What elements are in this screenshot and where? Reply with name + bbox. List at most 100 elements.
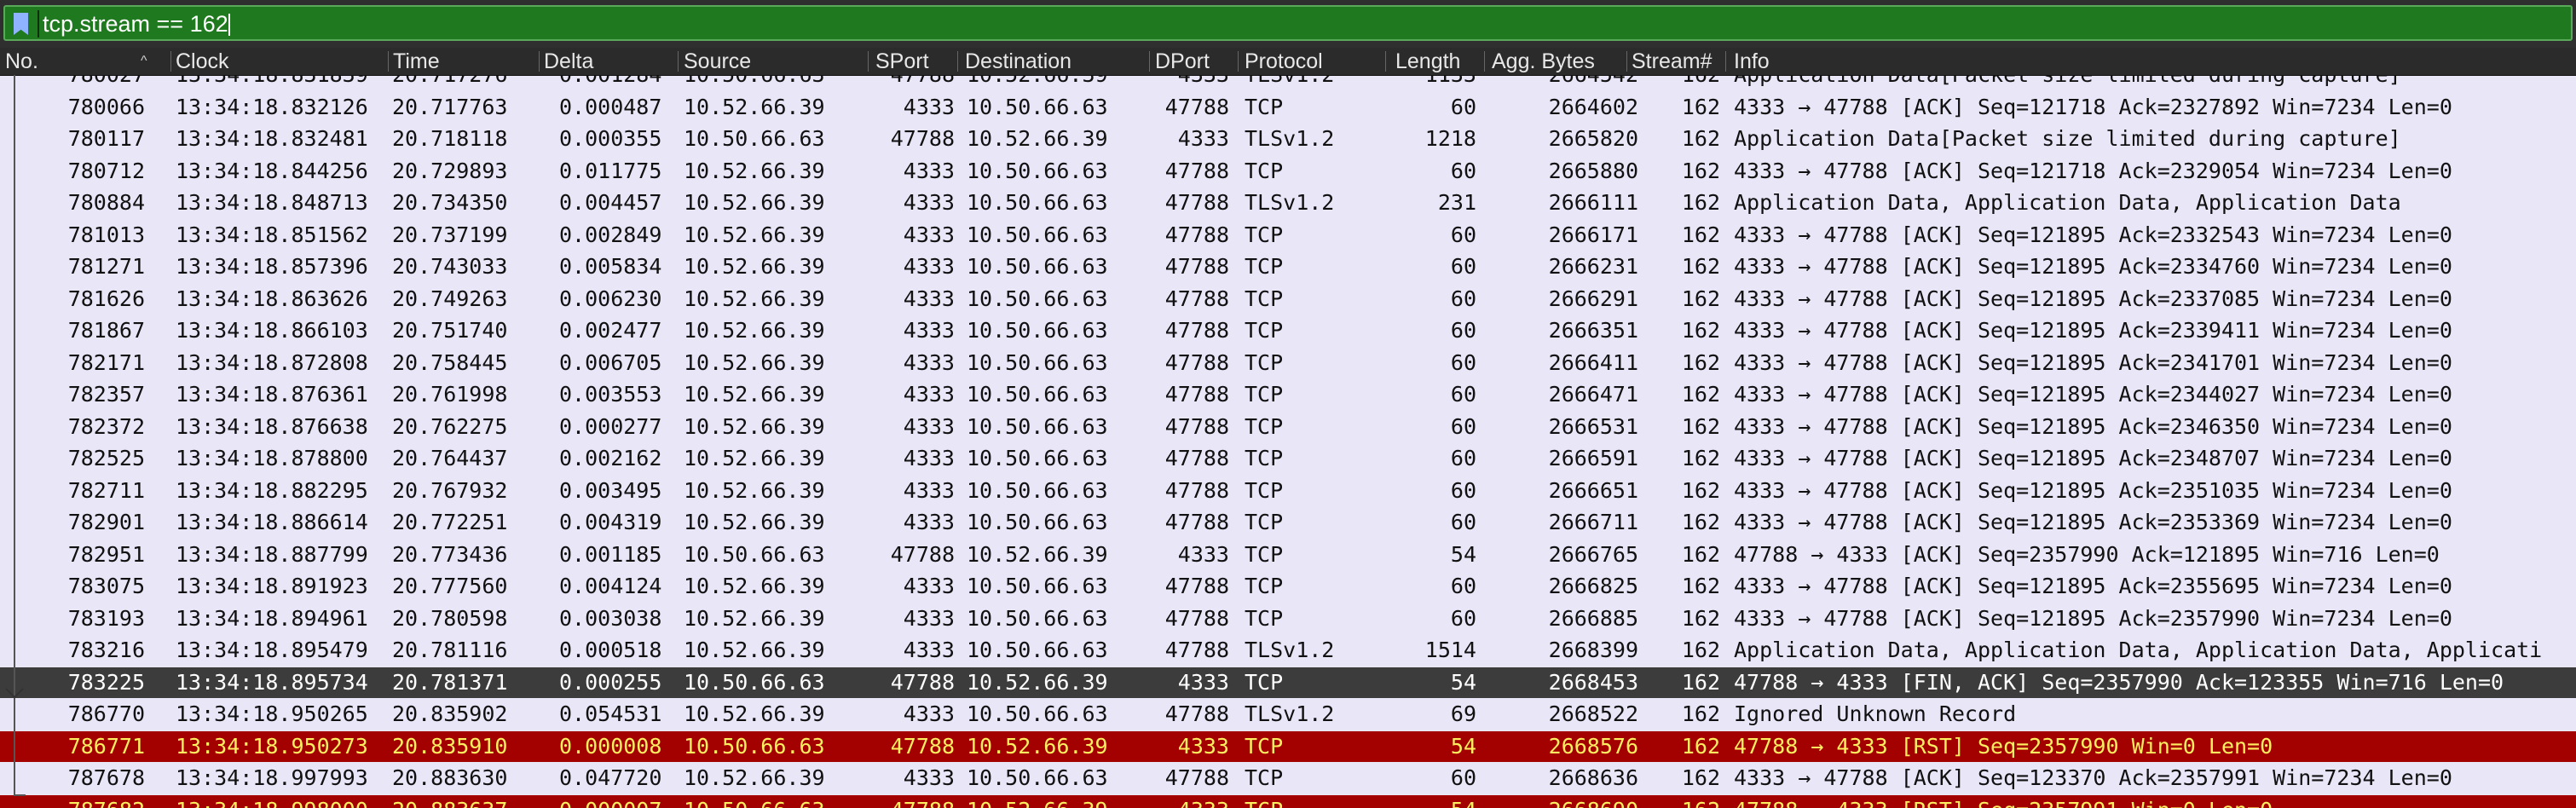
column-divider[interactable] <box>957 51 958 72</box>
packet-row[interactable]: 781013 13:34:18.851562 20.737199 0.002849 10… <box>0 220 2576 251</box>
stream-index-cell: 162 <box>1681 446 1720 470</box>
destination-port-cell: 47788 <box>1164 254 1229 279</box>
source-cell: 10.52.66.39 <box>684 638 825 662</box>
packet-number: 787682 <box>0 795 162 808</box>
reset-packet-row[interactable]: 786771 13:34:18.950273 20.835910 0.000008 10… <box>0 730 2576 762</box>
time-cell: 20.717763 <box>392 94 508 119</box>
column-header-source[interactable]: Source <box>684 48 751 75</box>
column-divider[interactable] <box>539 51 540 72</box>
info-cell: Application Data[Packet size limited dur… <box>1734 126 2401 151</box>
destination-port-cell: 4333 <box>1142 795 1229 808</box>
selected-packet-row[interactable]: 783225 13:34:18.895734 20.781371 0.000255 10… <box>0 667 2576 698</box>
clock-cell: 13:34:18.831839 <box>176 75 389 90</box>
column-header-time[interactable]: Time <box>393 48 440 75</box>
destination-port-cell: 47788 <box>1164 382 1229 407</box>
stream-index-cell: 162 <box>1681 413 1720 439</box>
packet-row[interactable]: 782372 13:34:18.876638 20.762275 0.000277 10… <box>0 412 2576 442</box>
packet-row[interactable]: 782711 13:34:18.882295 20.767932 0.003495 10… <box>0 476 2576 506</box>
length-cell: 60 <box>1450 158 1476 183</box>
delta-cell: 0.004457 <box>559 190 662 215</box>
packet-row[interactable]: 782171 13:34:18.872808 20.758445 0.006705 10… <box>0 348 2576 378</box>
length-cell: 1514 <box>1424 638 1476 662</box>
source-cell: 10.52.66.39 <box>684 701 825 726</box>
packet-number-text: 786770 <box>67 701 145 726</box>
column-divider[interactable] <box>1484 51 1485 72</box>
column-header-sport[interactable]: SPort <box>875 48 929 75</box>
packet-row[interactable]: 781626 13:34:18.863626 20.749263 0.006230 10… <box>0 284 2576 315</box>
packet-row[interactable]: 787678 13:34:18.997993 20.883630 0.047720 10… <box>0 763 2576 794</box>
packet-number-text: 782901 <box>67 510 145 534</box>
packet-number: 786770 <box>0 699 162 730</box>
column-divider[interactable] <box>678 51 679 72</box>
packet-number-text: 787678 <box>67 765 145 790</box>
stream-index-cell: 162 <box>1681 349 1720 375</box>
clock-cell: 13:34:18.876361 <box>176 382 368 407</box>
column-divider[interactable] <box>1626 51 1627 72</box>
length-cell: 54 <box>1450 733 1476 759</box>
stream-index-cell: 162 <box>1681 541 1720 567</box>
packet-row[interactable]: 780712 13:34:18.844256 20.729893 0.011775 10… <box>0 156 2576 187</box>
destination-cell: 10.52.66.39 <box>967 733 1108 759</box>
length-cell: 60 <box>1450 574 1476 598</box>
packet-row[interactable]: 780066 13:34:18.832126 20.717763 0.000487 10… <box>0 92 2576 123</box>
column-header-stream[interactable]: Stream# <box>1632 48 1712 75</box>
length-cell: 54 <box>1450 669 1476 695</box>
stream-index-cell: 162 <box>1681 510 1720 534</box>
column-divider[interactable] <box>1238 51 1239 72</box>
reset-packet-row[interactable]: 787682 13:34:18.99800020.883637 0.000007 10… <box>0 794 2576 808</box>
display-filter-toolbar: tcp.stream == 162 <box>0 0 2576 48</box>
destination-cell: 10.50.66.63 <box>967 382 1108 407</box>
source-port-cell: 47788 <box>871 75 955 90</box>
destination-cell: 10.50.66.63 <box>967 701 1108 726</box>
packet-number: 782357 <box>0 379 162 410</box>
packet-row[interactable]: 780027 13:34:18.83183920.717276 0.001284 10… <box>0 75 2576 90</box>
bookmark-icon[interactable] <box>10 10 34 38</box>
column-header-length[interactable]: Length <box>1395 48 1460 75</box>
sort-ascending-icon[interactable]: ^ <box>141 48 147 75</box>
packet-row[interactable]: 783216 13:34:18.895479 20.781116 0.000518 10… <box>0 635 2576 666</box>
packet-row[interactable]: 782901 13:34:18.886614 20.772251 0.004319 10… <box>0 507 2576 538</box>
destination-cell: 10.50.66.63 <box>967 638 1108 662</box>
packet-row[interactable]: 781271 13:34:18.857396 20.743033 0.005834 10… <box>0 251 2576 282</box>
packet-row[interactable]: 782525 13:34:18.878800 20.764437 0.002162 10… <box>0 443 2576 474</box>
packet-number: 782525 <box>0 443 162 474</box>
destination-port-cell: 47788 <box>1164 701 1229 726</box>
column-divider[interactable] <box>388 51 389 72</box>
clock-cell: 13:34:18.844256 <box>176 158 368 183</box>
column-header-info[interactable]: Info <box>1734 48 1770 75</box>
length-cell: 60 <box>1450 349 1476 375</box>
column-header-clock[interactable]: Clock <box>176 48 229 75</box>
clock-cell: 13:34:18.878800 <box>176 446 368 470</box>
column-header-delta[interactable]: Delta <box>544 48 593 75</box>
column-header-agg-bytes[interactable]: Agg. Bytes <box>1492 48 1595 75</box>
source-port-cell: 47788 <box>871 795 955 808</box>
display-filter-input[interactable]: tcp.stream == 162 <box>3 5 2573 41</box>
packet-row[interactable]: 783193 13:34:18.894961 20.780598 0.003038 10… <box>0 603 2576 634</box>
packet-row[interactable]: 780117 13:34:18.832481 20.718118 0.000355 10… <box>0 124 2576 154</box>
protocol-cell: TCP <box>1245 541 1284 567</box>
column-divider[interactable] <box>1725 51 1726 72</box>
packet-row[interactable]: 783075 13:34:18.891923 20.777560 0.004124 10… <box>0 571 2576 602</box>
time-cell: 20.773436 <box>392 541 508 567</box>
destination-cell: 10.50.66.63 <box>967 349 1108 375</box>
column-divider[interactable] <box>868 51 869 72</box>
protocol-cell: TLSv1.2 <box>1245 75 1381 90</box>
filter-text[interactable]: tcp.stream == 162 <box>43 9 228 38</box>
packet-row[interactable]: 782951 13:34:18.887799 20.773436 0.001185 10… <box>0 540 2576 570</box>
packet-row[interactable]: 782357 13:34:18.876361 20.761998 0.003553 10… <box>0 379 2576 410</box>
agg-bytes-cell: 2668636 <box>1548 765 1638 790</box>
packet-row[interactable]: 786770 13:34:18.950265 20.835902 0.054531 10… <box>0 699 2576 730</box>
column-divider[interactable] <box>1385 51 1386 72</box>
column-divider[interactable] <box>1149 51 1150 72</box>
protocol-cell: TLSv1.2 <box>1245 190 1335 215</box>
destination-port-cell: 4333 <box>1177 733 1229 759</box>
column-header-destination[interactable]: Destination <box>965 48 1071 75</box>
column-header-dport[interactable]: DPort <box>1155 48 1210 75</box>
packet-row[interactable]: 781867 13:34:18.866103 20.751740 0.002477 10… <box>0 315 2576 346</box>
clock-cell: 13:34:18.887799 <box>176 541 368 567</box>
column-header-no[interactable]: No. <box>5 48 38 75</box>
packet-list[interactable]: 780027 13:34:18.83183920.717276 0.001284 10… <box>0 75 2576 808</box>
column-header-protocol[interactable]: Protocol <box>1245 48 1323 75</box>
packet-row[interactable]: 780884 13:34:18.848713 20.734350 0.004457 10… <box>0 188 2576 218</box>
column-divider[interactable] <box>170 51 171 72</box>
